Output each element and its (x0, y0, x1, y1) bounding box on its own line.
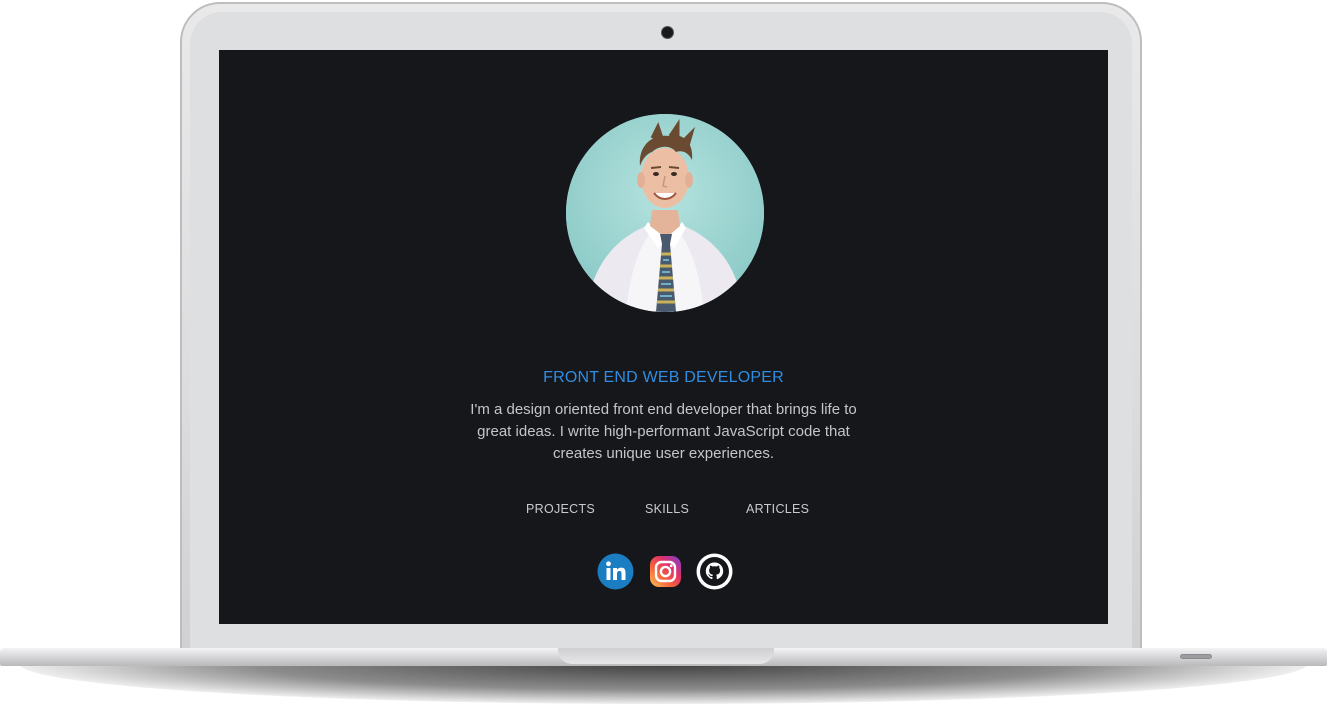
instagram-icon[interactable] (647, 553, 684, 590)
nav-articles-link[interactable]: ARTICLES (746, 502, 809, 516)
bio-text: I'm a design oriented front end develope… (470, 401, 857, 462)
linkedin-icon[interactable] (597, 553, 634, 590)
github-icon[interactable] (696, 553, 733, 590)
portfolio-screen: FRONT END WEB DEVELOPER I'm a design ori… (219, 50, 1108, 624)
social-links (219, 553, 1108, 593)
profile-photo (566, 114, 764, 312)
nav-projects-link[interactable]: PROJECTS (526, 502, 595, 516)
profile-avatar (566, 114, 764, 312)
laptop-mockup: FRONT END WEB DEVELOPER I'm a design ori… (0, 0, 1327, 716)
main-nav: PROJECTS SKILLS ARTICLES (219, 502, 1108, 522)
laptop-shadow (20, 664, 1307, 704)
page-title: FRONT END WEB DEVELOPER (543, 369, 784, 386)
laptop-port (1180, 654, 1212, 659)
webcam-icon (661, 26, 674, 39)
laptop-hinge-notch (558, 648, 774, 664)
nav-skills-link[interactable]: SKILLS (645, 502, 689, 516)
